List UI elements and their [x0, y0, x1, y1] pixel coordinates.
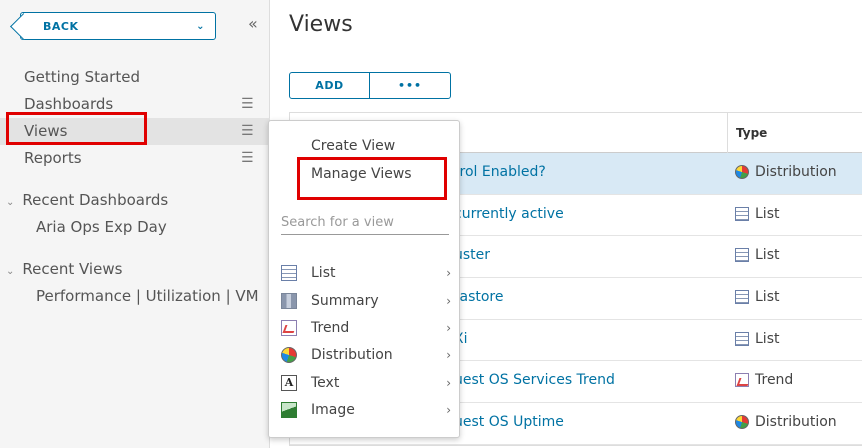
- recent-view-item[interactable]: Performance | Utilization | VM: [36, 287, 259, 305]
- list-icon: [735, 331, 749, 346]
- collapse-sidebar-icon[interactable]: «: [248, 14, 258, 33]
- view-name-link[interactable]: tastore: [454, 289, 503, 305]
- chevron-right-icon: ›: [446, 294, 451, 308]
- distribution-icon: [735, 415, 749, 430]
- category-label: Text: [311, 375, 340, 391]
- toolbar-button-group: ADD •••: [289, 72, 451, 99]
- trend-icon: [735, 373, 749, 388]
- chevron-down-icon: ⌄: [196, 20, 205, 32]
- manage-views-highlight-box: [297, 157, 447, 200]
- more-actions-button[interactable]: •••: [370, 73, 450, 98]
- view-type-label: List: [755, 247, 780, 264]
- recent-views-header[interactable]: ⌄ Recent Views: [6, 260, 122, 278]
- category-label: Trend: [311, 320, 350, 336]
- recent-dashboards-header[interactable]: ⌄ Recent Dashboards: [6, 191, 168, 209]
- list-icon: [735, 206, 749, 221]
- recent-views-title: Recent Views: [22, 260, 123, 278]
- view-type-cell: List: [735, 206, 779, 222]
- category-label: Summary: [311, 293, 379, 309]
- sidebar: BACK ⌄ « Getting Started Dashboards ☰ Vi…: [0, 0, 270, 448]
- menu-category-distribution[interactable]: Distribution ›: [281, 345, 455, 365]
- page-title: Views: [289, 12, 353, 37]
- views-highlight-box: [6, 112, 147, 145]
- view-type-cell: List: [735, 331, 779, 347]
- text-icon: A: [281, 375, 297, 391]
- recent-dashboard-item[interactable]: Aria Ops Exp Day: [36, 218, 167, 236]
- back-button-label: BACK: [43, 19, 79, 33]
- menu-category-list[interactable]: List ›: [281, 263, 455, 283]
- menu-category-image[interactable]: Image ›: [281, 400, 455, 420]
- view-type-label: List: [755, 205, 780, 222]
- view-type-cell: Trend: [735, 372, 793, 388]
- type-column-header[interactable]: Type: [727, 113, 767, 153]
- back-button[interactable]: BACK ⌄: [20, 12, 216, 40]
- chevron-right-icon: ›: [446, 348, 451, 362]
- menu-category-text[interactable]: A Text ›: [281, 373, 455, 393]
- view-type-label: Distribution: [755, 414, 837, 431]
- summary-icon: [281, 293, 297, 309]
- distribution-icon: [281, 347, 297, 363]
- chevron-right-icon: ›: [446, 321, 451, 335]
- create-view-menu-item[interactable]: Create View: [311, 138, 395, 154]
- category-label: Image: [311, 402, 355, 418]
- distribution-icon: [735, 165, 749, 179]
- view-name-link[interactable]: trol Enabled?: [454, 164, 546, 180]
- nav-item-getting-started[interactable]: Getting Started: [24, 68, 140, 86]
- chevron-right-icon: ›: [446, 376, 451, 390]
- view-type-label: List: [755, 330, 780, 347]
- view-type-label: Distribution: [755, 164, 837, 180]
- recent-dashboards-title: Recent Dashboards: [22, 191, 169, 209]
- view-type-cell: Distribution: [735, 164, 837, 180]
- add-button[interactable]: ADD: [290, 73, 370, 98]
- view-type-cell: List: [735, 289, 779, 305]
- view-name-link[interactable]: currently active: [454, 206, 564, 222]
- views-menu-icon[interactable]: ☰: [241, 123, 254, 139]
- chevron-right-icon: ›: [446, 403, 451, 417]
- dashboards-menu-icon[interactable]: ☰: [241, 96, 254, 112]
- category-label: Distribution: [311, 347, 393, 363]
- view-name-link[interactable]: uest OS Uptime: [454, 414, 564, 430]
- chevron-down-icon: ⌄: [6, 266, 15, 277]
- view-name-link[interactable]: uest OS Services Trend: [454, 372, 615, 388]
- view-type-label: Trend: [755, 372, 794, 389]
- list-icon: [735, 290, 749, 305]
- menu-category-summary[interactable]: Summary ›: [281, 291, 455, 311]
- nav-item-dashboards[interactable]: Dashboards: [24, 95, 113, 113]
- list-icon: [281, 265, 297, 281]
- view-type-cell: Distribution: [735, 414, 837, 430]
- view-type-label: List: [755, 289, 780, 306]
- view-type-cell: List: [735, 247, 779, 263]
- image-icon: [281, 402, 297, 418]
- search-view-input[interactable]: [281, 215, 449, 235]
- trend-icon: [281, 320, 297, 336]
- chevron-down-icon: ⌄: [6, 197, 15, 208]
- chevron-right-icon: ›: [446, 266, 451, 280]
- menu-category-trend[interactable]: Trend ›: [281, 318, 455, 338]
- nav-item-reports[interactable]: Reports: [24, 149, 82, 167]
- reports-menu-icon[interactable]: ☰: [241, 150, 254, 166]
- category-label: List: [311, 265, 336, 281]
- list-icon: [735, 248, 749, 263]
